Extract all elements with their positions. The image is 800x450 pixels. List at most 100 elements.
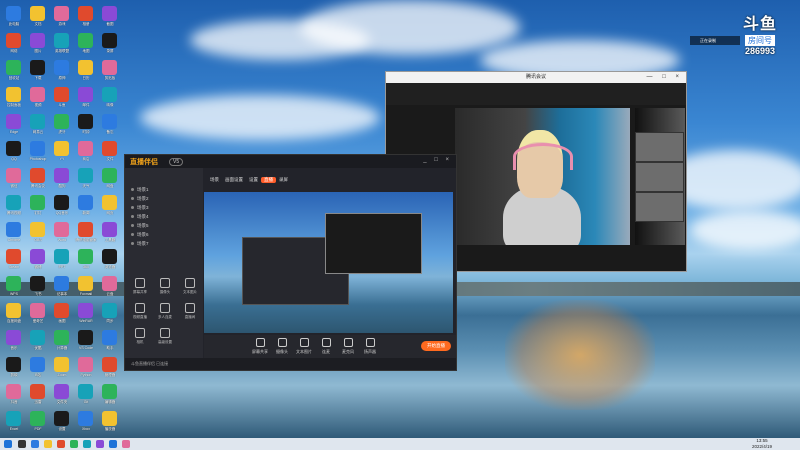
app-icon <box>30 6 45 21</box>
tool-button[interactable]: 多人连麦 <box>154 303 176 323</box>
app-titlebar[interactable]: 直播伴侣 V5 _ □ × <box>125 155 456 168</box>
app-icon <box>54 276 69 291</box>
desktop-icon[interactable]: 备忘 <box>96 112 124 142</box>
bottom-tool-button[interactable]: 连麦 <box>316 338 336 355</box>
desktop-icon[interactable]: 助手 <box>96 328 124 358</box>
source-tab[interactable]: 设置 <box>246 177 261 183</box>
desktop-icon[interactable]: 编辑器 <box>96 382 124 412</box>
desktop-icon[interactable]: 云盘 <box>96 274 124 304</box>
participant-thumb[interactable] <box>635 162 684 192</box>
app-icon <box>78 276 93 291</box>
system-clock[interactable]: 13:55 2022/4/19 <box>742 438 782 450</box>
taskbar-app-icon[interactable] <box>96 440 104 448</box>
bottom-tool-button[interactable]: 摄像头 <box>272 338 292 355</box>
desktop-icon[interactable]: 同步 <box>96 301 124 331</box>
tool-button[interactable]: 直播间 <box>179 303 201 323</box>
source-tab[interactable]: 直播 <box>261 177 276 183</box>
app-icon <box>6 33 21 48</box>
douyu-logo: 斗鱼 <box>742 16 777 33</box>
tool-button[interactable]: 视频直播 <box>129 303 151 323</box>
app-icon <box>30 249 45 264</box>
desktop-icon-label: 录屏 <box>106 49 114 53</box>
visibility-icon[interactable] <box>131 215 134 218</box>
tool-button[interactable]: 屏幕共享 <box>129 278 151 298</box>
app-icon <box>6 6 21 21</box>
tool-button[interactable]: 文本图片 <box>179 278 201 298</box>
visibility-icon[interactable] <box>131 242 134 245</box>
visibility-icon[interactable] <box>131 188 134 191</box>
start-live-button[interactable]: 开始直播 <box>421 341 451 351</box>
tool-label: 视频直播 <box>133 315 147 319</box>
scene-item[interactable]: 场景1 <box>131 186 193 194</box>
bottom-tool-button[interactable]: 麦克风 <box>338 338 358 355</box>
desktop-icon[interactable]: 管理器 <box>96 355 124 385</box>
app-icon <box>102 303 117 318</box>
scene-item[interactable]: 场景7 <box>131 240 193 248</box>
stream-preview[interactable] <box>204 192 453 333</box>
desktop-icon-label: 映像 <box>106 103 114 107</box>
app-icon <box>6 60 21 75</box>
desktop-icon[interactable]: 录屏 <box>96 31 124 61</box>
tool-label: 屏幕共享 <box>133 290 147 294</box>
taskbar-app-icon[interactable] <box>18 440 26 448</box>
desktop-icon-label: 编辑器 <box>104 400 116 404</box>
tool-button[interactable]: 摄像头 <box>154 278 176 298</box>
bottom-tool-button[interactable]: 文本图片 <box>294 338 314 355</box>
visibility-icon[interactable] <box>131 197 134 200</box>
bottom-tool-label: 扬声器 <box>364 349 376 354</box>
taskbar-app-icon[interactable] <box>57 440 65 448</box>
source-tab[interactable]: 场景 <box>207 177 222 183</box>
scene-label: 场景1 <box>137 187 149 192</box>
app-icon <box>54 141 69 156</box>
desktop-icon-label: 浏览器 <box>104 265 116 269</box>
desktop-icon-label: 剪贴板 <box>104 76 116 80</box>
scene-item[interactable]: 场景6 <box>131 231 193 239</box>
desktop-icon[interactable]: 截图 <box>96 4 124 34</box>
taskbar-app-icon[interactable] <box>70 440 78 448</box>
taskbar-app-icon[interactable] <box>44 440 52 448</box>
tool-button[interactable]: 相机 <box>129 328 151 348</box>
desktop-icon[interactable]: 网盘 <box>96 166 124 196</box>
bottom-tool-label: 摄像头 <box>276 349 288 354</box>
bottom-tool-button[interactable]: 扬声器 <box>360 338 380 355</box>
app-icon <box>30 195 45 210</box>
app-icon <box>78 141 93 156</box>
desktop-icon[interactable]: 剪贴板 <box>96 58 124 88</box>
taskbar-app-icon[interactable] <box>31 440 39 448</box>
app-icon <box>30 114 45 129</box>
desktop-icon[interactable]: 播放器 <box>96 409 124 438</box>
app-window-controls[interactable]: _ □ × <box>423 157 452 163</box>
desktop-icon-label: 管理器 <box>104 373 116 377</box>
scene-item[interactable]: 场景5 <box>131 222 193 230</box>
meeting-titlebar[interactable]: 腾讯会议 — □ × <box>386 72 686 83</box>
app-icon <box>78 330 93 345</box>
visibility-icon[interactable] <box>131 224 134 227</box>
taskbar-app-icon[interactable] <box>83 440 91 448</box>
taskbar-app-icon[interactable] <box>109 440 117 448</box>
source-tab[interactable]: 录屏 <box>276 177 291 183</box>
participant-thumb[interactable] <box>635 192 684 222</box>
scene-item[interactable]: 场景2 <box>131 195 193 203</box>
bottom-tool-icon <box>299 338 309 347</box>
visibility-icon[interactable] <box>131 233 134 236</box>
source-tab[interactable]: 画面设置 <box>222 177 246 183</box>
desktop-icon[interactable]: 网页 <box>96 193 124 223</box>
scene-item[interactable]: 场景3 <box>131 204 193 212</box>
app-icon <box>54 384 69 399</box>
desktop-icon[interactable]: 文件 <box>96 139 124 169</box>
desktop-icon[interactable]: 浏览器 <box>96 247 124 277</box>
scene-item[interactable]: 场景4 <box>131 213 193 221</box>
taskbar-app-icon[interactable] <box>122 440 130 448</box>
scene-sidebar: 场景1 场景2 场景3 场景4 场景5 场景6 场景7 屏幕共享 摄像头 文本图片视频直播 多人连… <box>125 168 203 358</box>
tool-button[interactable]: 高级设置 <box>154 328 176 348</box>
start-icon[interactable] <box>4 440 12 448</box>
meeting-window-controls[interactable]: — □ × <box>647 72 683 83</box>
streaming-app-window[interactable]: 直播伴侣 V5 _ □ × 场景1 场景2 场景3 场景4 场景5 场景6 场景7 屏幕共享… <box>124 154 457 371</box>
visibility-icon[interactable] <box>131 206 134 209</box>
bottom-tool-button[interactable]: 屏幕共享 <box>250 338 270 355</box>
status-bar: 斗鱼直播伴侣 已连接 <box>125 358 456 370</box>
scene-label: 场景5 <box>137 223 149 228</box>
desktop-icon[interactable]: 工具箱 <box>96 220 124 250</box>
desktop-icon[interactable]: 映像 <box>96 85 124 115</box>
participant-thumb[interactable] <box>635 132 684 162</box>
